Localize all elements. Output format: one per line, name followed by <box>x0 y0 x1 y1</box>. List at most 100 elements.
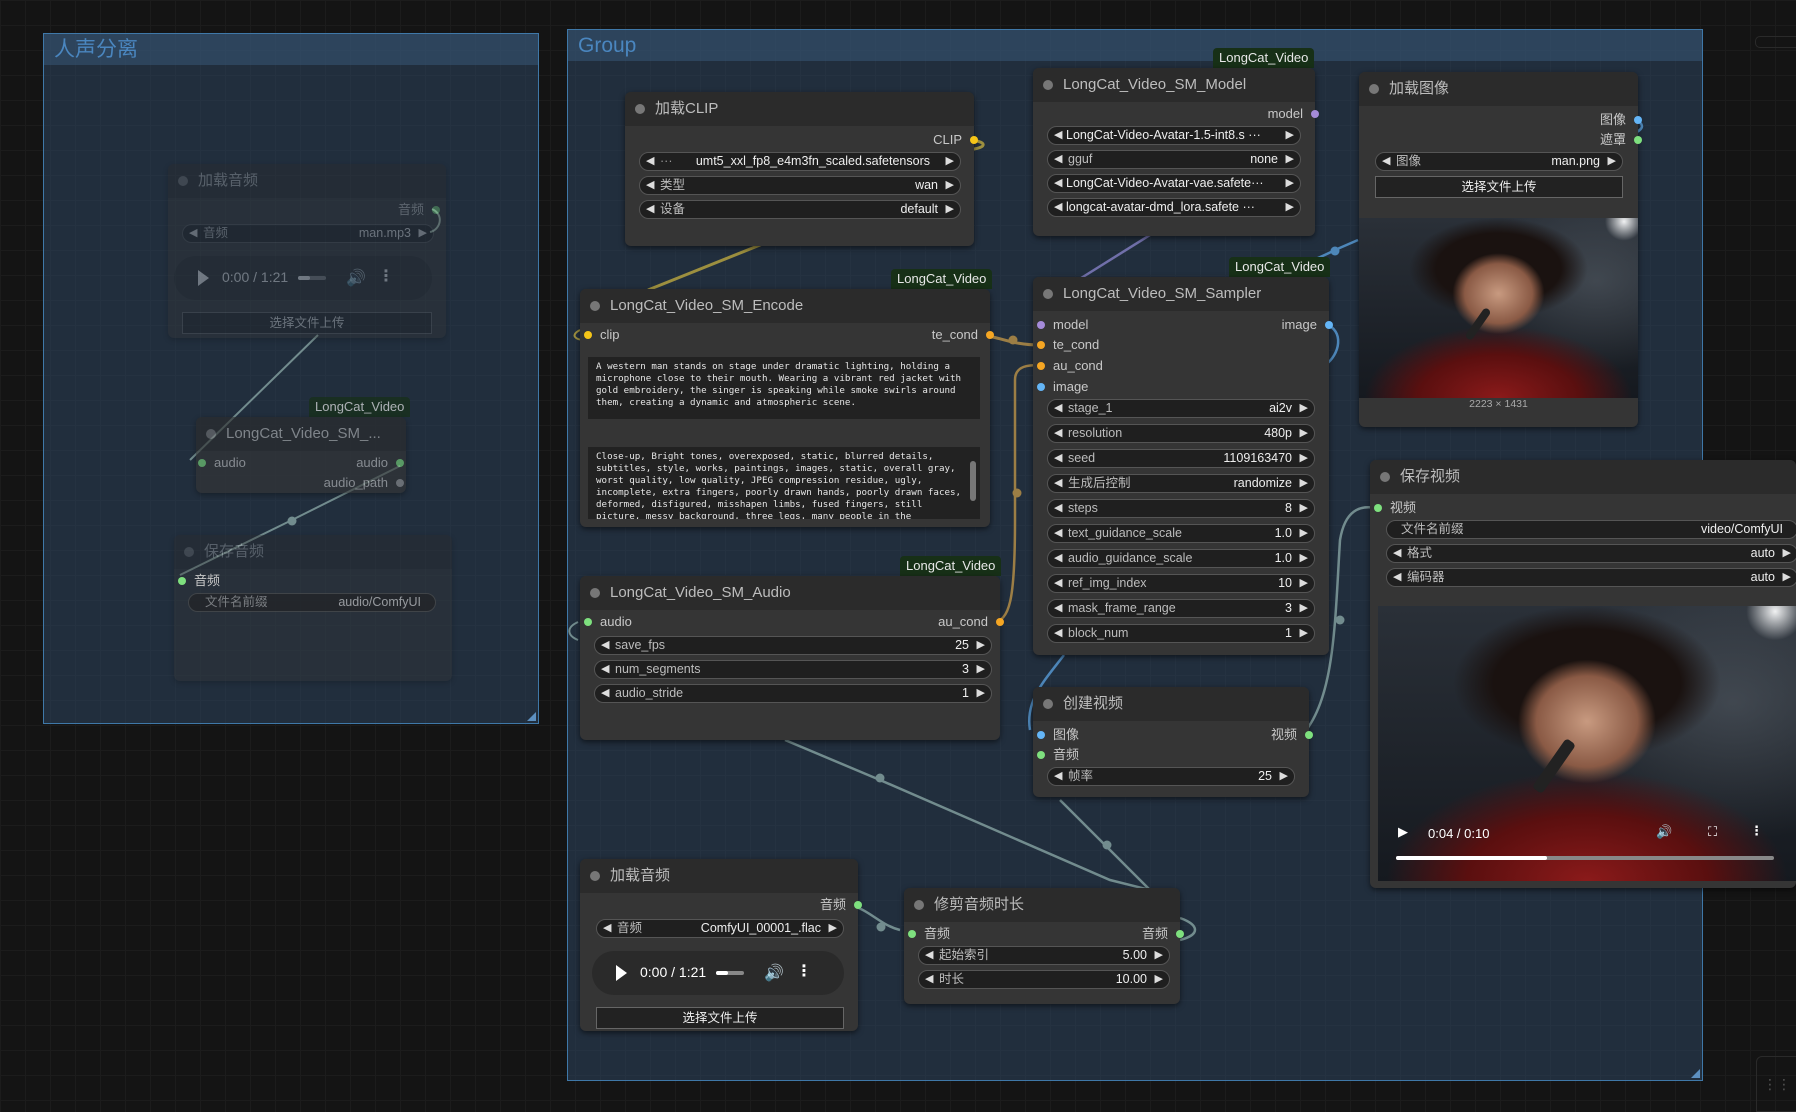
filename-prefix-field[interactable]: 文件名前缀 video/ComfyUI <box>1386 520 1796 539</box>
play-icon[interactable] <box>616 965 627 981</box>
group-resize-handle[interactable] <box>527 712 536 721</box>
steps-field[interactable]: ◀ steps 8 ▶ <box>1047 499 1315 518</box>
vae-select[interactable]: ◀ LongCat-Video-Avatar-vae.safete··· ▶ <box>1047 174 1301 193</box>
filename-prefix-field[interactable]: 文件名前缀 audio/ComfyUI <box>188 593 436 612</box>
input-audio[interactable]: audio <box>198 453 246 473</box>
input-audio[interactable]: 音频 <box>908 924 950 944</box>
upload-button[interactable]: 选择文件上传 <box>596 1007 844 1029</box>
audio-select[interactable]: ◀ 音频 man.mp3 ▶ <box>182 224 434 243</box>
block-num-field[interactable]: ◀ block_num 1 ▶ <box>1047 624 1315 643</box>
textarea-scrollbar[interactable] <box>970 461 976 501</box>
output-video[interactable]: 视频 <box>1271 725 1313 745</box>
upload-button[interactable]: 选择文件上传 <box>1375 176 1623 198</box>
node-collapse-dot[interactable] <box>184 547 194 557</box>
seed-field[interactable]: ◀ seed 1109163470 ▶ <box>1047 449 1315 468</box>
output-audio[interactable]: 音频 <box>398 200 440 220</box>
input-clip[interactable]: clip <box>584 325 620 345</box>
output-image[interactable]: 图像 <box>1600 110 1642 130</box>
clip-type-select[interactable]: ◀ 类型 wan ▶ <box>639 176 961 195</box>
node-collapse-dot[interactable] <box>914 900 924 910</box>
node-collapse-dot[interactable] <box>590 588 600 598</box>
positive-prompt-textarea[interactable]: A western man stands on stage under dram… <box>588 357 980 419</box>
volume-slider[interactable] <box>298 276 326 280</box>
node-collapse-dot[interactable] <box>1380 472 1390 482</box>
output-audio[interactable]: 音频 <box>820 895 862 915</box>
audio-select[interactable]: ◀ 音频 ComfyUI_00001_.flac ▶ <box>596 919 844 938</box>
input-image[interactable]: 图像 <box>1037 725 1079 745</box>
num-segments-field[interactable]: ◀ num_segments 3 ▶ <box>594 660 992 679</box>
output-te-cond[interactable]: te_cond <box>932 325 994 345</box>
image-select[interactable]: ◀ 图像 man.png ▶ <box>1375 152 1623 171</box>
node-collapse-dot[interactable] <box>590 301 600 311</box>
clip-name-select[interactable]: ◀ ··· umt5_xxl_fp8_e4m3fn_scaled.safetenso… <box>639 152 961 171</box>
canvas-scrollbar-top[interactable] <box>1755 36 1796 48</box>
format-select[interactable]: ◀ 格式 auto ▶ <box>1386 544 1796 563</box>
fullscreen-icon[interactable]: ⛶ <box>1708 824 1717 840</box>
model-select[interactable]: ◀ LongCat-Video-Avatar-1.5-int8.s ··· ▶ <box>1047 126 1301 145</box>
output-mask[interactable]: 遮罩 <box>1600 130 1642 150</box>
more-icon[interactable]: ⋮ <box>378 266 394 286</box>
node-load-clip[interactable]: 加载CLIP CLIP ◀ ··· umt5_xxl_fp8_e4m3fn_scal… <box>625 92 978 246</box>
audio-guidance-field[interactable]: ◀ audio_guidance_scale 1.0 ▶ <box>1047 549 1315 568</box>
node-sm-sampler[interactable]: LongCat_Video_SM_Sampler model te_cond a… <box>1033 277 1333 655</box>
input-audio-save[interactable]: 音频 <box>178 571 220 591</box>
node-sm-audio[interactable]: LongCat_Video_SM_Audio audio au_cond ◀ sa… <box>580 576 1004 740</box>
output-audio-path[interactable]: audio_path <box>324 473 404 493</box>
audio-stride-field[interactable]: ◀ audio_stride 1 ▶ <box>594 684 992 703</box>
text-guidance-field[interactable]: ◀ text_guidance_scale 1.0 ▶ <box>1047 524 1315 543</box>
node-collapse-dot[interactable] <box>1043 699 1053 709</box>
audio-player[interactable]: 0:00 / 1:21 🔊 ⋮ <box>174 256 432 300</box>
play-icon[interactable]: ▶ <box>1398 824 1408 840</box>
output-audio[interactable]: 音频 <box>1142 924 1184 944</box>
node-load-image[interactable]: 加载图像 图像 遮罩 ◀ 图像 man.png ▶ 选择文件上传 2223 × 143… <box>1359 72 1642 427</box>
input-model[interactable]: model <box>1037 315 1088 335</box>
speaker-icon[interactable]: 🔊 <box>346 268 366 288</box>
resolution-select[interactable]: ◀ resolution 480p ▶ <box>1047 424 1315 443</box>
more-icon[interactable]: ⋮ <box>1750 823 1763 839</box>
node-collapse-dot[interactable] <box>178 176 188 186</box>
input-au-cond[interactable]: au_cond <box>1037 356 1103 376</box>
node-sm-encode[interactable]: LongCat_Video_SM_Encode clip te_cond A w… <box>580 289 994 527</box>
speaker-icon[interactable]: 🔊 <box>764 963 784 983</box>
node-trim-audio[interactable]: 修剪音频时长 音频 音频 ◀ 起始索引 5.00 ▶ ◀ 时长 10.00 ▶ <box>904 888 1184 1004</box>
video-progress-bar[interactable] <box>1396 856 1774 860</box>
output-model[interactable]: model <box>1268 104 1319 124</box>
clip-device-select[interactable]: ◀ 设备 default ▶ <box>639 200 961 219</box>
codec-select[interactable]: ◀ 编码器 auto ▶ <box>1386 568 1796 587</box>
frame-rate-field[interactable]: ◀ 帧率 25 ▶ <box>1047 767 1295 786</box>
node-save-video[interactable]: 保存视频 视频 文件名前缀 video/ComfyUI ◀ 格式 auto ▶ ◀ 编码器… <box>1370 460 1796 888</box>
node-load-audio[interactable]: 加载音频 音频 ◀ 音频 ComfyUI_00001_.flac ▶ 0:00 / 1… <box>580 859 862 1031</box>
negative-prompt-textarea[interactable]: Close-up, Bright tones, overexposed, sta… <box>588 447 980 519</box>
node-sm-model[interactable]: LongCat_Video_SM_Model model ◀ LongCat-Vi… <box>1033 68 1319 236</box>
node-load-audio-left[interactable]: 加载音频 音频 ◀ 音频 man.mp3 ▶ 0:00 / 1:21 🔊 ⋮ 选择文件… <box>168 164 446 338</box>
group-resize-handle[interactable] <box>1691 1069 1700 1078</box>
ref-img-index-field[interactable]: ◀ ref_img_index 10 ▶ <box>1047 574 1315 593</box>
gguf-select[interactable]: ◀ gguf none ▶ <box>1047 150 1301 169</box>
speaker-icon[interactable]: 🔊 <box>1656 824 1672 840</box>
output-audio[interactable]: audio <box>356 453 404 473</box>
video-preview[interactable]: ▶ 0:04 / 0:10 🔊 ⛶ ⋮ <box>1378 606 1796 881</box>
play-icon[interactable] <box>198 270 209 286</box>
output-image[interactable]: image <box>1282 315 1333 335</box>
input-image[interactable]: image <box>1037 377 1088 397</box>
stage-1-select[interactable]: ◀ stage_1 ai2v ▶ <box>1047 399 1315 418</box>
node-collapse-dot[interactable] <box>635 104 645 114</box>
node-collapse-dot[interactable] <box>206 429 216 439</box>
volume-slider[interactable] <box>716 971 744 975</box>
start-index-field[interactable]: ◀ 起始索引 5.00 ▶ <box>918 946 1170 965</box>
node-create-video[interactable]: 创建视频 图像 音频 视频 ◀ 帧率 25 ▶ <box>1033 687 1313 797</box>
input-audio[interactable]: 音频 <box>1037 745 1079 765</box>
mask-frame-range-field[interactable]: ◀ mask_frame_range 3 ▶ <box>1047 599 1315 618</box>
input-te-cond[interactable]: te_cond <box>1037 335 1099 355</box>
canvas-menu-handle[interactable]: ⋮⋮ <box>1756 1056 1796 1112</box>
audio-player[interactable]: 0:00 / 1:21 🔊 ⋮ <box>592 951 844 995</box>
control-after-generate-select[interactable]: ◀ 生成后控制 randomize ▶ <box>1047 474 1315 493</box>
node-collapse-dot[interactable] <box>590 871 600 881</box>
upload-button[interactable]: 选择文件上传 <box>182 312 432 334</box>
output-clip[interactable]: CLIP <box>933 130 978 150</box>
more-icon[interactable]: ⋮ <box>796 961 812 981</box>
input-audio[interactable]: audio <box>584 612 632 632</box>
node-collapse-dot[interactable] <box>1043 289 1053 299</box>
save-fps-field[interactable]: ◀ save_fps 25 ▶ <box>594 636 992 655</box>
input-video[interactable]: 视频 <box>1374 498 1416 518</box>
